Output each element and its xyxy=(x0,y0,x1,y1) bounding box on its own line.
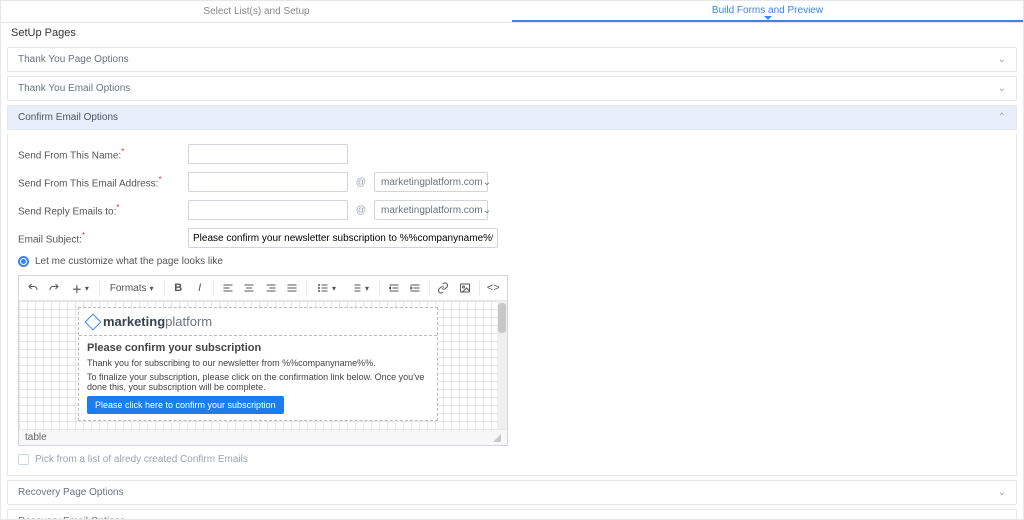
chevron-down-icon: ⌄ xyxy=(998,487,1006,498)
bullet-list-icon[interactable]: ▾ xyxy=(311,279,342,297)
reply-to-label: Send Reply Emails to:* xyxy=(18,203,188,217)
email-paragraph: To finalize your subscription, please cl… xyxy=(87,372,429,392)
section-title: SetUp Pages xyxy=(1,23,1023,43)
align-center-icon[interactable] xyxy=(240,279,259,297)
chevron-up-icon: ⌃ xyxy=(998,112,1006,123)
from-name-input[interactable] xyxy=(188,144,348,164)
editor-toolbar: ＋▾ Formats▾ B I ▾ ▾ xyxy=(19,276,507,301)
tab-select-lists[interactable]: Select List(s) and Setup xyxy=(1,1,512,22)
reply-to-input[interactable] xyxy=(188,200,348,220)
at-icon: @ xyxy=(354,205,368,216)
accordion-label: Confirm Email Options xyxy=(18,112,118,123)
confirm-cta-button[interactable]: Please click here to confirm your subscr… xyxy=(87,396,284,414)
logo-text: marketingplatform xyxy=(103,314,212,329)
accordion-recovery-email[interactable]: Recovery Email Options ⌄ xyxy=(7,509,1017,520)
email-heading: Please confirm your subscription xyxy=(87,342,429,354)
email-paragraph: Thank you for subscribing to our newslet… xyxy=(87,358,429,368)
indent-icon[interactable] xyxy=(405,279,424,297)
bold-icon[interactable]: B xyxy=(168,279,187,297)
editor-status-path: table xyxy=(25,432,47,443)
tab-build-forms[interactable]: Build Forms and Preview xyxy=(512,1,1023,22)
accordion-thank-you-page[interactable]: Thank You Page Options ⌄ xyxy=(7,47,1017,72)
editor-canvas[interactable]: marketingplatform Please confirm your su… xyxy=(19,301,497,429)
from-domain-select[interactable]: marketingplatform.com⌄ xyxy=(374,172,488,192)
rich-text-editor: ＋▾ Formats▾ B I ▾ ▾ xyxy=(18,275,508,446)
formats-menu[interactable]: Formats▾ xyxy=(104,279,160,297)
from-address-input[interactable] xyxy=(188,172,348,192)
chevron-down-icon: ⌄ xyxy=(998,516,1006,520)
chevron-down-icon: ⌄ xyxy=(998,54,1006,65)
redo-icon[interactable] xyxy=(44,279,63,297)
chevron-down-icon: ⌄ xyxy=(483,205,491,216)
logo-icon xyxy=(85,313,102,330)
numbered-list-icon[interactable]: ▾ xyxy=(344,279,375,297)
accordion-label: Recovery Page Options xyxy=(18,487,124,498)
accordion-confirm-email[interactable]: Confirm Email Options ⌃ xyxy=(7,105,1017,130)
accordion-thank-you-email[interactable]: Thank You Email Options ⌄ xyxy=(7,76,1017,101)
editor-scrollbar[interactable] xyxy=(497,301,507,429)
customize-label: Let me customize what the page looks lik… xyxy=(35,256,223,267)
pick-existing-label: Pick from a list of alredy created Confi… xyxy=(35,454,248,465)
add-menu[interactable]: ＋▾ xyxy=(66,279,95,297)
email-template: marketingplatform Please confirm your su… xyxy=(78,307,438,421)
italic-icon[interactable]: I xyxy=(190,279,209,297)
accordion-recovery-page[interactable]: Recovery Page Options ⌄ xyxy=(7,480,1017,505)
customize-radio-row[interactable]: Let me customize what the page looks lik… xyxy=(18,256,1006,267)
radio-checked-icon xyxy=(18,256,29,267)
confirm-email-panel: Send From This Name:* Send From This Ema… xyxy=(7,134,1017,476)
chevron-down-icon: ⌄ xyxy=(998,83,1006,94)
undo-icon[interactable] xyxy=(23,279,42,297)
outdent-icon[interactable] xyxy=(384,279,403,297)
scrollbar-thumb[interactable] xyxy=(498,303,506,333)
subject-input[interactable] xyxy=(188,228,498,248)
resize-handle-icon[interactable] xyxy=(493,434,501,442)
subject-label: Email Subject:* xyxy=(18,231,188,245)
align-left-icon[interactable] xyxy=(218,279,237,297)
reply-domain-select[interactable]: marketingplatform.com⌄ xyxy=(374,200,488,220)
align-justify-icon[interactable] xyxy=(283,279,302,297)
align-right-icon[interactable] xyxy=(261,279,280,297)
at-icon: @ xyxy=(354,177,368,188)
from-address-label: Send From This Email Address:* xyxy=(18,175,188,189)
accordion-label: Thank You Email Options xyxy=(18,83,130,94)
code-icon[interactable]: <> xyxy=(484,279,503,297)
accordion-label: Thank You Page Options xyxy=(18,54,129,65)
pick-existing-row[interactable]: Pick from a list of alredy created Confi… xyxy=(18,454,1006,465)
accordion-label: Recovery Email Options xyxy=(18,516,125,520)
image-icon[interactable] xyxy=(455,279,474,297)
checkbox-unchecked-icon xyxy=(18,454,29,465)
link-icon[interactable] xyxy=(434,279,453,297)
from-name-label: Send From This Name:* xyxy=(18,147,188,161)
chevron-down-icon: ⌄ xyxy=(483,177,491,188)
